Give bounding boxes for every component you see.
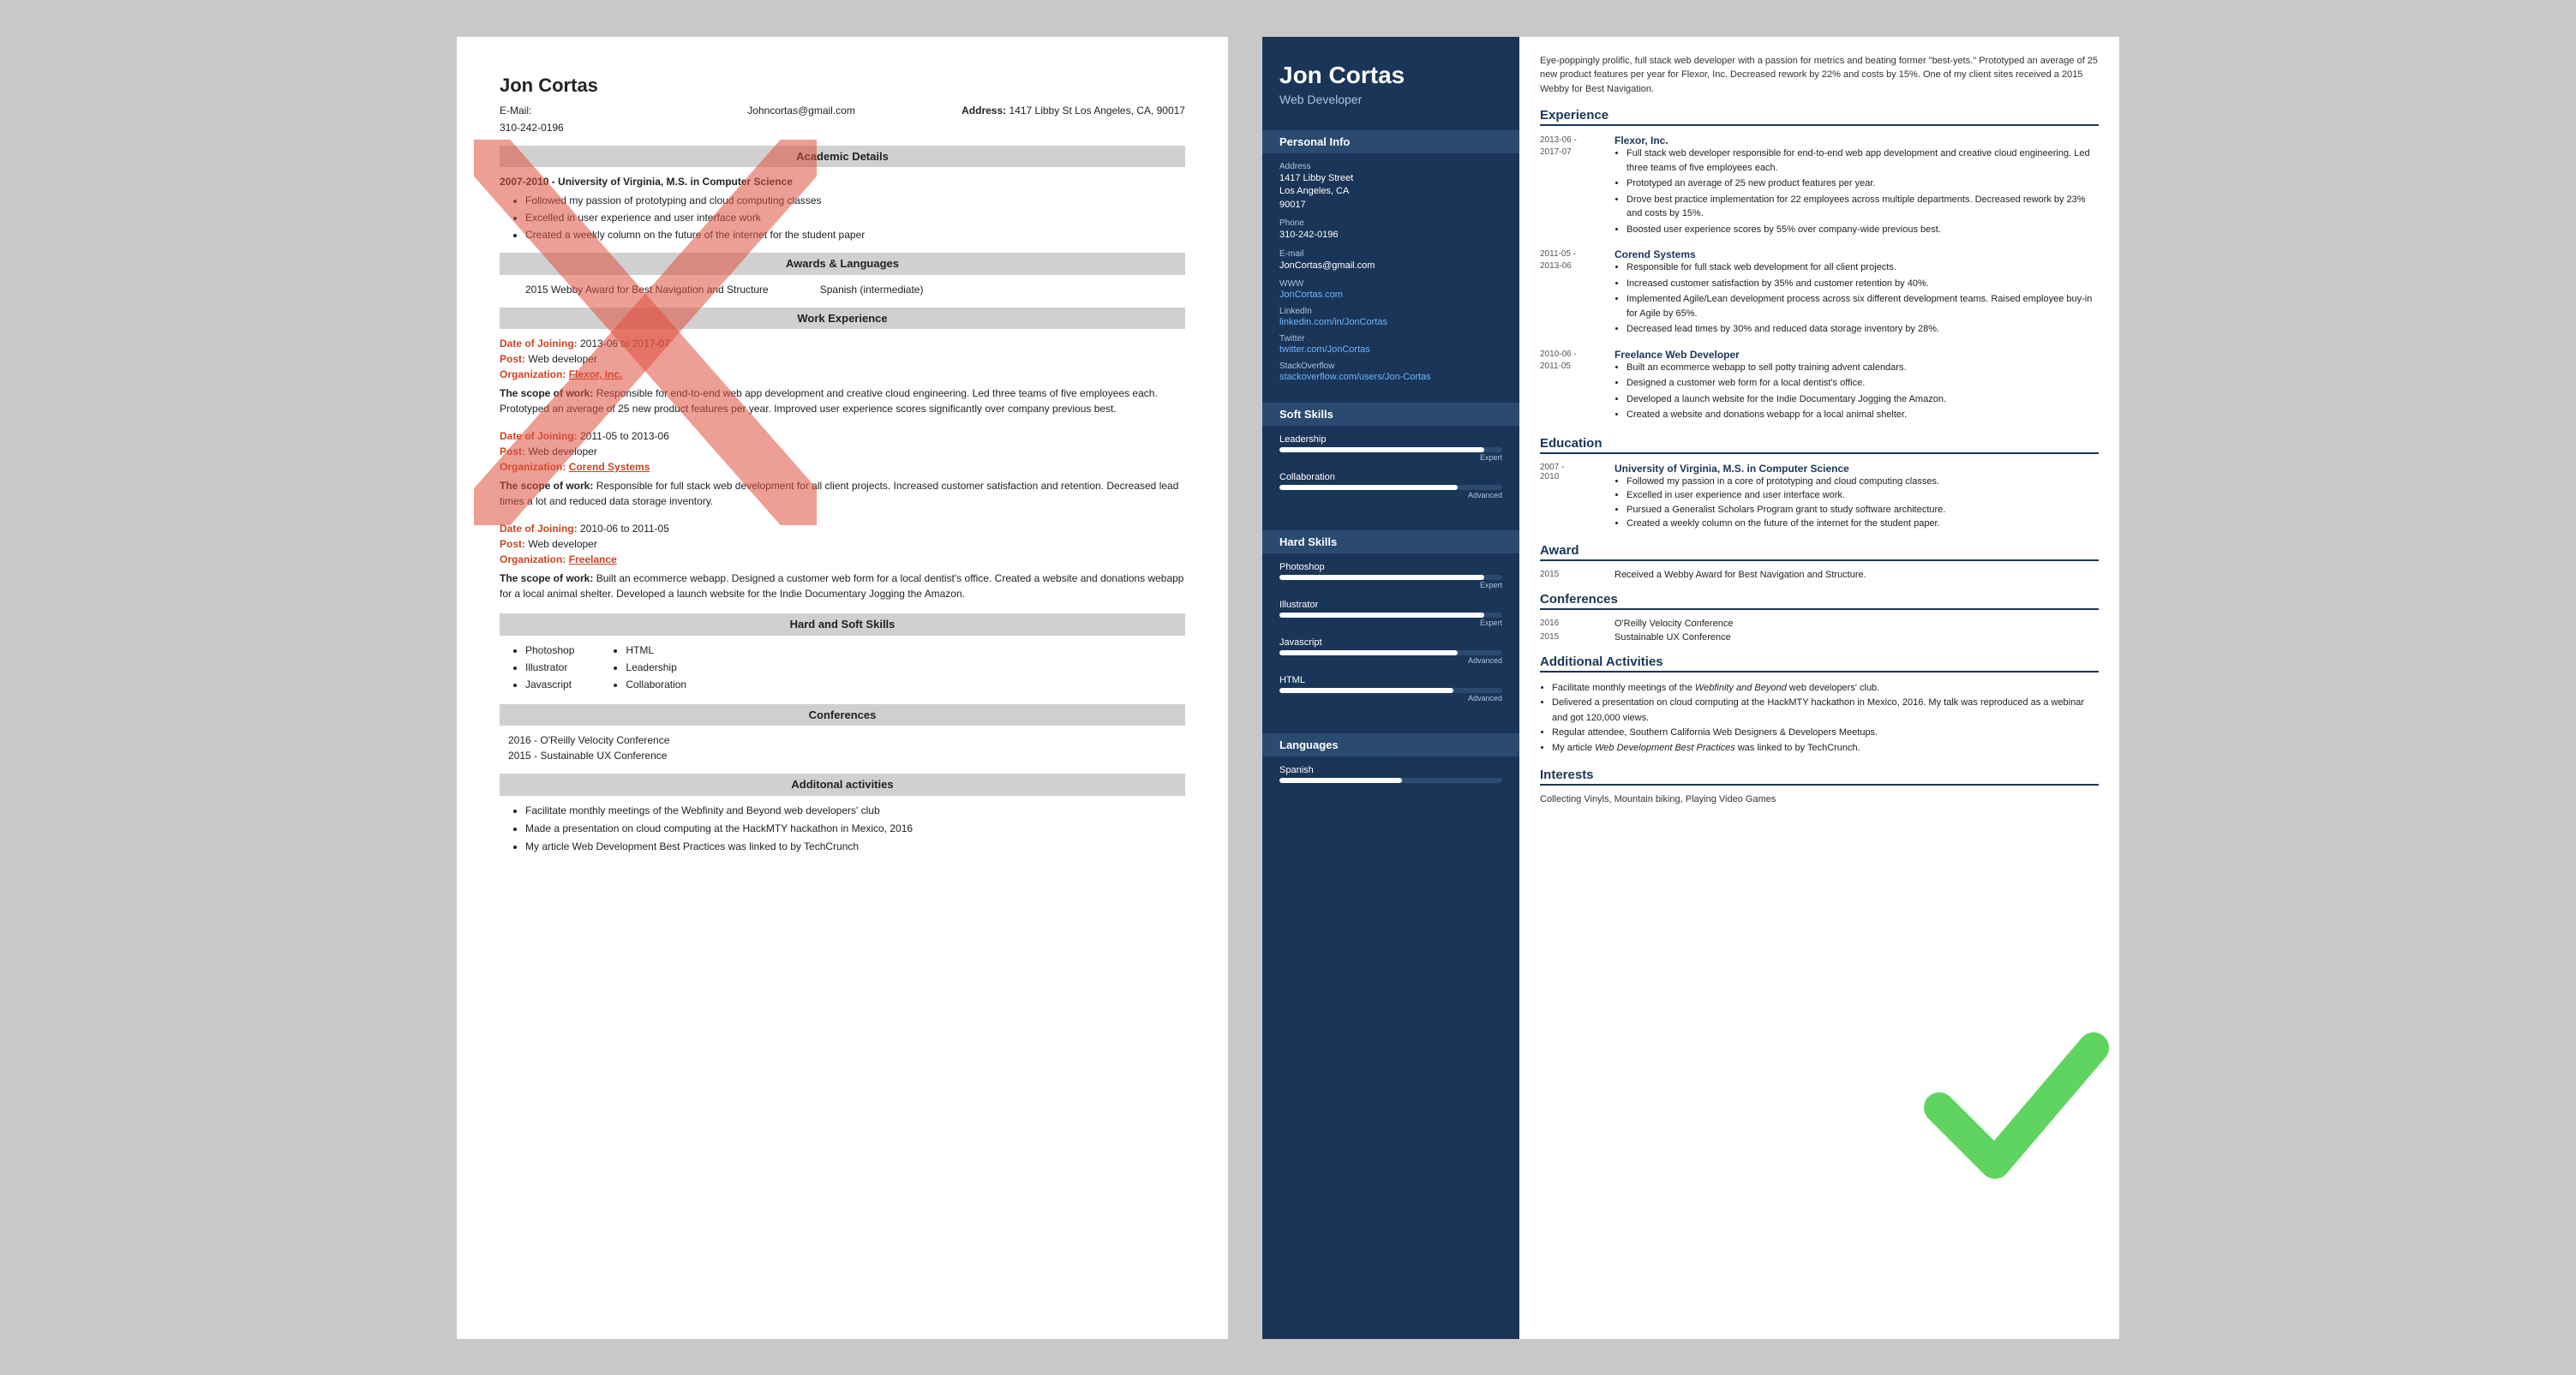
- skill-collaboration-name: Collaboration: [1279, 472, 1502, 482]
- right-title: Web Developer: [1279, 93, 1502, 106]
- personal-info-section: Personal Info Address 1417 Libby StreetL…: [1262, 120, 1519, 392]
- experience-title: Experience: [1540, 108, 2099, 126]
- phone-value: 310-242-0196: [1279, 229, 1502, 242]
- skills-section-title: Hard and Soft Skills: [500, 613, 1185, 636]
- right-name: Jon Cortas: [1279, 61, 1502, 90]
- interests-title: Interests: [1540, 768, 2099, 786]
- left-email: Johncortas@gmail.com: [747, 103, 855, 118]
- awards-section-title: Awards & Languages: [500, 253, 1185, 275]
- conferences-list: 2016 - O'Reilly Velocity Conference 2015…: [508, 732, 1185, 763]
- skill-collaboration: Collaboration Advanced: [1279, 472, 1502, 499]
- exp-entry-corend: 2011-05 -2013-06 Corend Systems Responsi…: [1540, 248, 2099, 338]
- interests-text: Collecting Vinyls, Mountain biking, Play…: [1540, 794, 2099, 804]
- work-section-title: Work Experience: [500, 308, 1185, 330]
- conferences-title: Conferences: [1540, 592, 2099, 610]
- left-address: Address: 1417 Libby St Los Angeles, CA, …: [962, 103, 1185, 118]
- www-label: WWW: [1279, 279, 1502, 289]
- left-email-label: E-Mail:: [500, 103, 531, 118]
- languages-section: Languages Spanish: [1262, 723, 1519, 804]
- left-phone: 310-242-0196: [500, 120, 1185, 135]
- skill-collaboration-bar-fill: [1279, 485, 1458, 490]
- award2: Spanish (intermediate): [820, 282, 924, 297]
- academic-section-title: Academic Details: [500, 146, 1185, 168]
- www-value: JonCortas.com: [1279, 290, 1502, 300]
- hard-skills-section: Hard Skills Photoshop Expert Illustrator…: [1262, 520, 1519, 723]
- conferences-section-title: Conferences: [500, 704, 1185, 726]
- left-name: Jon Cortas: [500, 71, 1185, 99]
- main-content: Eye-poppingly prolific, full stack web d…: [1519, 37, 2119, 1339]
- work-entry-3: Date of Joining: 2010-06 to 2011-05 Post…: [500, 521, 1185, 601]
- skill-illustrator: Illustrator Expert: [1279, 600, 1502, 627]
- award1: 2015 Webby Award for Best Navigation and…: [525, 282, 769, 297]
- conf-entry-2: 2015 Sustainable UX Conference: [1540, 632, 2099, 643]
- exp-entry-freelance: 2010-06 -2011-05 Freelance Web Developer…: [1540, 349, 2099, 424]
- sidebar-header: Jon Cortas Web Developer: [1262, 37, 1519, 121]
- skill-collaboration-level: Advanced: [1279, 491, 1502, 499]
- activities-section-title: Additonal activities: [500, 774, 1185, 796]
- skill-leadership-name: Leadership: [1279, 434, 1502, 445]
- linkedin-label: LinkedIn: [1279, 307, 1502, 316]
- conf-entry-1: 2016 O'Reilly Velocity Conference: [1540, 619, 2099, 629]
- exp-entry-flexor: 2013-06 -2017-07 Flexor, Inc. Full stack…: [1540, 135, 2099, 238]
- skill-leadership-bar-fill: [1279, 447, 1484, 452]
- skill-html: HTML Advanced: [1279, 675, 1502, 702]
- email-value: JonCortas@gmail.com: [1279, 260, 1502, 272]
- stackoverflow-value: stackoverflow.com/users/Jon-Cortas: [1279, 372, 1502, 382]
- award-entry: 2015 Received a Webby Award for Best Nav…: [1540, 570, 2099, 580]
- education-title: Education: [1540, 436, 2099, 454]
- academic-entry: 2007-2010 - University of Virginia, M.S.…: [500, 174, 1185, 189]
- academic-bullets: Followed my passion of prototyping and c…: [525, 193, 1185, 242]
- skill-leadership: Leadership Expert: [1279, 434, 1502, 462]
- resume-left: Jon Cortas E-Mail: Johncortas@gmail.com …: [457, 37, 1228, 1339]
- awards-row: 2015 Webby Award for Best Navigation and…: [525, 282, 1185, 297]
- soft-skills-section: Soft Skills Leadership Expert Collaborat…: [1262, 392, 1519, 520]
- work-entry-1: Date of Joining: 2013-06 to 2017-07 Post…: [500, 336, 1185, 416]
- activities-list: Facilitate monthly meetings of the Webfi…: [525, 803, 1185, 854]
- skill-leadership-bar-bg: [1279, 447, 1502, 452]
- sidebar: Jon Cortas Web Developer Personal Info A…: [1262, 37, 1519, 1339]
- skill-spanish: Spanish: [1279, 765, 1502, 783]
- soft-skills-title: Soft Skills: [1262, 403, 1519, 426]
- resume-right: Jon Cortas Web Developer Personal Info A…: [1262, 37, 2119, 1339]
- edu-entry-uva: 2007 -2010 University of Virginia, M.S. …: [1540, 463, 2099, 531]
- hard-skills-title: Hard Skills: [1262, 530, 1519, 553]
- skills-list: Photoshop Illustrator Javascript HTML Le…: [525, 643, 1185, 694]
- linkedin-value: linkedin.com/in/JonCortas: [1279, 317, 1502, 327]
- personal-info-title: Personal Info: [1262, 130, 1519, 153]
- summary-text: Eye-poppingly prolific, full stack web d…: [1540, 54, 2099, 97]
- skill-collaboration-bar-bg: [1279, 485, 1502, 490]
- skill-leadership-level: Expert: [1279, 453, 1502, 462]
- languages-title: Languages: [1262, 733, 1519, 756]
- work-entry-2: Date of Joining: 2011-05 to 2013-06 Post…: [500, 428, 1185, 509]
- award-title: Award: [1540, 543, 2099, 561]
- skill-javascript: Javascript Advanced: [1279, 637, 1502, 665]
- skill-photoshop: Photoshop Expert: [1279, 562, 1502, 589]
- stackoverflow-label: StackOverflow: [1279, 362, 1502, 371]
- email-label: E-mail: [1279, 249, 1502, 259]
- twitter-value: twitter.com/JonCortas: [1279, 344, 1502, 355]
- activities-list-right: Facilitate monthly meetings of the Webfi…: [1552, 681, 2099, 756]
- twitter-label: Twitter: [1279, 334, 1502, 344]
- address-value: 1417 Libby StreetLos Angeles, CA90017: [1279, 172, 1502, 212]
- phone-label: Phone: [1279, 218, 1502, 228]
- left-contact-row: E-Mail: Johncortas@gmail.com Address: 14…: [500, 103, 1185, 118]
- address-label: Address: [1279, 162, 1502, 171]
- activities-title: Additional Activities: [1540, 655, 2099, 673]
